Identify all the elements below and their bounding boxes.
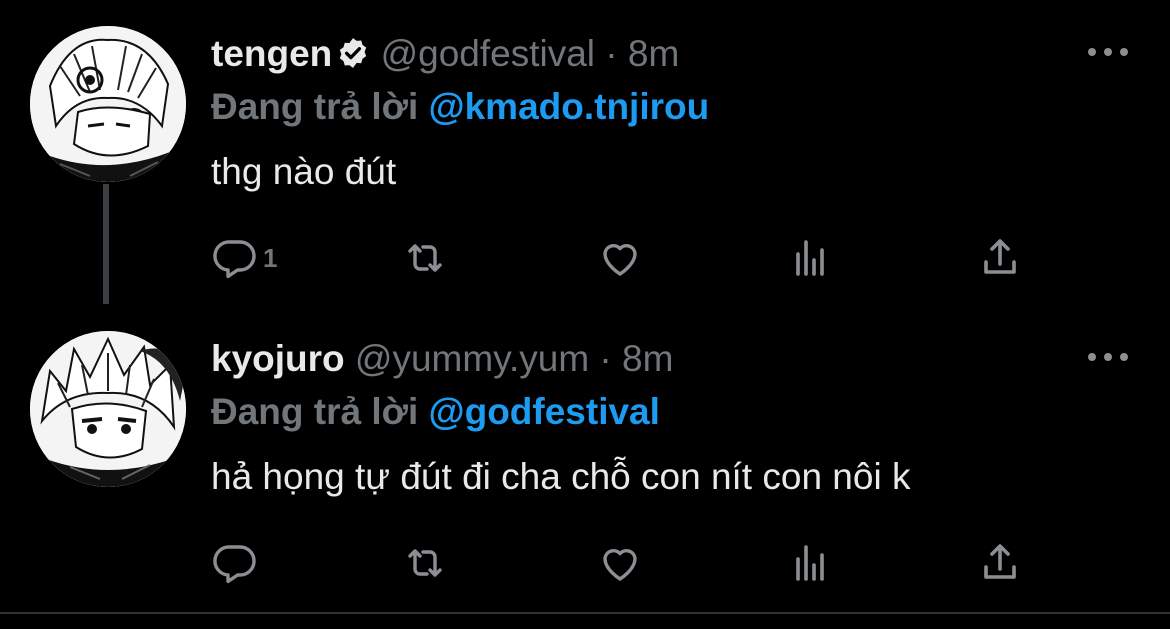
- retweet-icon: [408, 549, 442, 577]
- reply-icon: [213, 545, 256, 584]
- analytics-button[interactable]: [786, 232, 834, 284]
- tweet-text: thg nào đút: [211, 151, 397, 192]
- retweet-icon: [408, 244, 442, 272]
- retweet-button[interactable]: [401, 232, 449, 284]
- timestamp[interactable]: 8m: [628, 33, 679, 74]
- reply-button[interactable]: 1: [211, 232, 277, 284]
- more-options-icon[interactable]: [1086, 347, 1130, 367]
- share-button[interactable]: [976, 232, 1024, 284]
- analytics-icon: [796, 545, 824, 581]
- replying-to-mention[interactable]: @godfestival: [429, 391, 660, 432]
- replying-to: Đang trả lời @kmado.tnjirou: [211, 83, 709, 131]
- more-options-icon[interactable]: [1086, 42, 1130, 62]
- replying-to: Đang trả lời @godfestival: [211, 388, 660, 436]
- replying-to-mention[interactable]: @kmado.tnjirou: [429, 86, 710, 127]
- tweet-text: hả họng tự đút đi cha chỗ con nít con nô…: [211, 456, 911, 497]
- separator-dot: ·: [605, 33, 618, 74]
- tweet-header: tengen @godfestival · 8m: [211, 30, 679, 78]
- heart-icon: [603, 549, 637, 581]
- manga-avatar-kyojuro-icon: [30, 331, 186, 487]
- tweet-actions: [211, 537, 1061, 589]
- user-handle[interactable]: @godfestival: [381, 33, 595, 74]
- share-icon: [984, 544, 1016, 579]
- analytics-button[interactable]: [786, 537, 834, 589]
- tweet[interactable]: kyojuro @yummy.yum · 8m Đang trả lời @go…: [0, 305, 1170, 615]
- replying-to-label: Đang trả lời: [211, 391, 419, 432]
- avatar[interactable]: [30, 26, 186, 182]
- reply-icon: [213, 240, 256, 279]
- separator-dot: ·: [599, 338, 612, 379]
- analytics-icon: [796, 240, 824, 276]
- tweet[interactable]: tengen @godfestival · 8m Đang trả lời @k…: [0, 0, 1170, 304]
- user-handle[interactable]: @yummy.yum: [355, 338, 589, 379]
- avatar[interactable]: [30, 331, 186, 487]
- heart-icon: [603, 244, 637, 276]
- manga-avatar-tengen-icon: [30, 26, 186, 182]
- share-icon: [984, 239, 1016, 274]
- timestamp[interactable]: 8m: [622, 338, 673, 379]
- like-button[interactable]: [596, 232, 644, 284]
- share-button[interactable]: [976, 537, 1024, 589]
- tweet-divider: [0, 612, 1170, 614]
- retweet-button[interactable]: [401, 537, 449, 589]
- reply-count: 1: [263, 242, 278, 273]
- tweet-header: kyojuro @yummy.yum · 8m: [211, 335, 673, 383]
- display-name[interactable]: tengen: [211, 33, 332, 74]
- tweet-actions: 1: [211, 232, 1061, 284]
- thread-line: [103, 184, 109, 304]
- reply-button[interactable]: [211, 537, 263, 589]
- like-button[interactable]: [596, 537, 644, 589]
- replying-to-label: Đang trả lời: [211, 86, 419, 127]
- display-name[interactable]: kyojuro: [211, 338, 345, 379]
- verified-badge-icon: [340, 38, 367, 68]
